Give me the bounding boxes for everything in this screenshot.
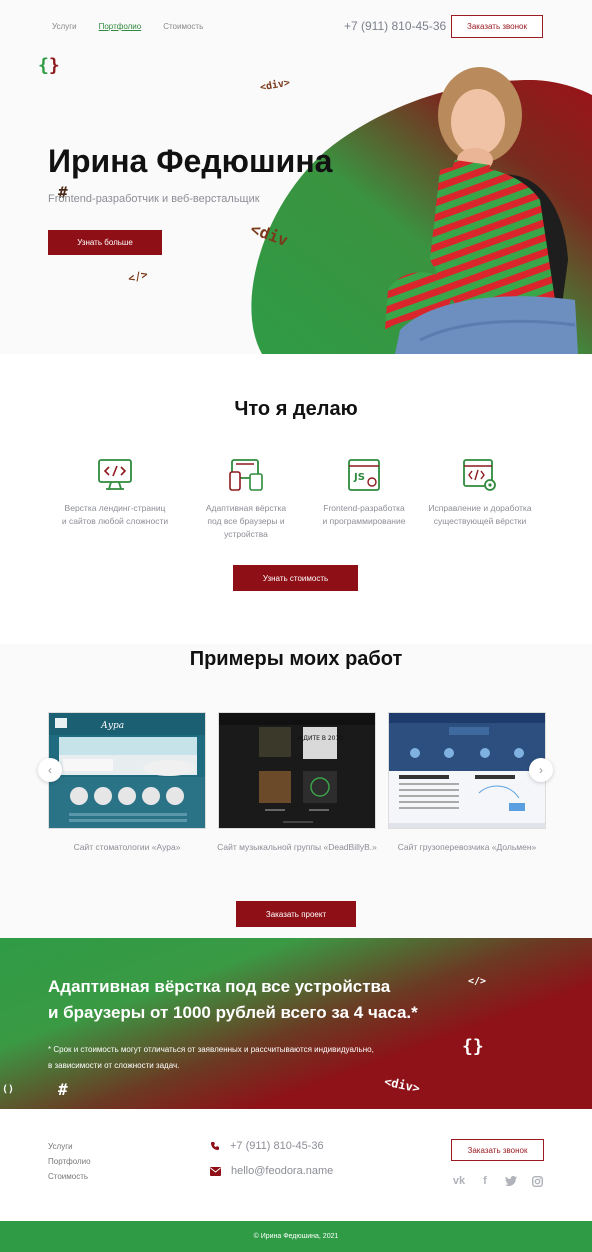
svg-text:Аура: Аура [100,721,124,731]
vk-icon[interactable]: vk [452,1174,466,1188]
work-caption-dolmen: Сайт грузоперевозчика «Дольмен» [397,842,537,852]
service-line-1: Верстка лендинг-страниц [64,503,166,513]
footer-email[interactable]: hello@feodora.name [231,1165,333,1177]
services-title: Что я делаю [234,398,358,420]
promo-title-line1: Адаптивная вёрстка под все устройства [48,977,391,996]
instagram-icon[interactable] [530,1174,544,1188]
facebook-icon[interactable]: f [478,1174,492,1188]
service-item-frontend: JS Frontend-разработка и программировани… [304,458,424,528]
curly-braces-decor: {} [38,55,60,76]
social-links: vk f [452,1174,544,1188]
work-caption-deadbilly: Сайт музыкальной группы «DeadBillyB.» [217,842,377,852]
hero-title: Ирина Федюшина [48,143,333,179]
hero-section: Услуги Портфолио Стоимость +7 (911) 810-… [0,0,592,354]
phone-icon [211,1142,219,1150]
portfolio-section: Примеры моих работ Аура Сайт стоматологи… [0,644,592,938]
footer-phone-row[interactable]: +7 (911) 810-45-36 [210,1140,324,1152]
code-settings-icon [463,459,496,491]
carousel-prev-button[interactable]: ‹ [38,758,62,782]
code-monitor-icon [98,459,132,490]
services-section: Что я делаю Верстка лендинг-страниц и са… [0,354,592,644]
email-icon [210,1166,221,1176]
copyright-text: © Ирина Федюшина, 2021 [253,1233,339,1240]
header-call-button[interactable]: Заказать звонок [451,15,543,38]
service-item-adaptive: Адаптивная вёрстка под все браузеры и ус… [186,458,306,541]
service-item-landing: Верстка лендинг-страниц и сайтов любой с… [55,458,175,528]
learn-more-button[interactable]: Узнать больше [48,230,162,255]
service-line-1: Frontend-разработка [323,503,405,513]
service-line-2: существующей вёрстки [433,516,527,526]
twitter-icon[interactable] [504,1174,518,1188]
dolmen-site-thumbnail [389,713,545,828]
deadbilly-site-thumbnail: ЖДИТЕ В 2019 [219,713,375,828]
work-card-dolmen[interactable] [388,712,546,829]
service-line-2: под все браузеры и устройства [207,516,285,539]
promo-note-line2: в зависимости от сложности задач. [48,1061,180,1070]
promo-note-line1: * Срок и стоимость могут отличаться от з… [48,1045,374,1054]
copyright-bar: © Ирина Федюшина, 2021 [0,1221,592,1252]
promo-title: Адаптивная вёрстка под все устройства и … [48,974,418,1026]
work-caption-aura: Сайт стоматологии «Аура» [73,842,181,852]
svg-text:JS: JS [353,472,365,483]
footer-link-services[interactable]: Услуги [48,1139,91,1154]
chevron-right-icon: › [539,763,543,777]
paren-decor: () [2,1084,15,1095]
footer-link-pricing[interactable]: Стоимость [48,1169,91,1184]
service-line-2: и сайтов любой сложности [61,516,169,526]
js-window-icon: JS [348,459,380,491]
work-card-deadbilly[interactable]: ЖДИТЕ В 2019 [218,712,376,829]
footer: Услуги Портфолио Стоимость +7 (911) 810-… [0,1109,592,1221]
chevron-left-icon: ‹ [48,763,52,777]
portfolio-title: Примеры моих работ [189,648,403,670]
footer-phone[interactable]: +7 (911) 810-45-36 [230,1140,324,1152]
carousel-next-button[interactable]: › [529,758,553,782]
nav-item-portfolio[interactable]: Портфолио [99,22,142,31]
aura-site-thumbnail: Аура [49,713,205,828]
nav-item-pricing[interactable]: Стоимость [163,22,203,31]
service-line-2: и программирование [322,516,406,526]
curly-braces-decor: {} [462,1036,484,1057]
service-line-1: Адаптивная вёрстка [205,503,287,513]
service-item-fixes: Исправление и доработка существующей вёр… [420,458,540,528]
hash-decor: # [58,1080,68,1099]
promo-title-line2: и браузеры от 1000 рублей всего за 4 час… [48,1003,418,1022]
order-project-button[interactable]: Заказать проект [236,901,356,927]
devices-icon [229,459,263,491]
footer-email-row[interactable]: hello@feodora.name [210,1165,333,1177]
footer-call-button[interactable]: Заказать звонок [451,1139,544,1161]
work-card-aura[interactable]: Аура [48,712,206,829]
slash-tag-decor: </> [468,976,487,987]
hero-subtitle: Frontend-разработчик и веб-верстальщик [48,193,260,205]
footer-links: Услуги Портфолио Стоимость [48,1139,91,1184]
top-nav: Услуги Портфолио Стоимость [52,22,203,31]
div-tag-decor: <div> [382,1074,422,1096]
service-line-1: Исправление и доработка [428,503,532,513]
get-price-button[interactable]: Узнать стоимость [233,565,358,591]
promo-note: * Срок и стоимость могут отличаться от з… [48,1042,374,1074]
footer-link-portfolio[interactable]: Портфолио [48,1154,91,1169]
header-phone[interactable]: +7 (911) 810-45-36 [344,19,446,33]
nav-item-services[interactable]: Услуги [52,22,77,31]
poster-text: ЖДИТЕ В 2019 [297,735,343,742]
promo-banner: Адаптивная вёрстка под все устройства и … [0,938,592,1109]
